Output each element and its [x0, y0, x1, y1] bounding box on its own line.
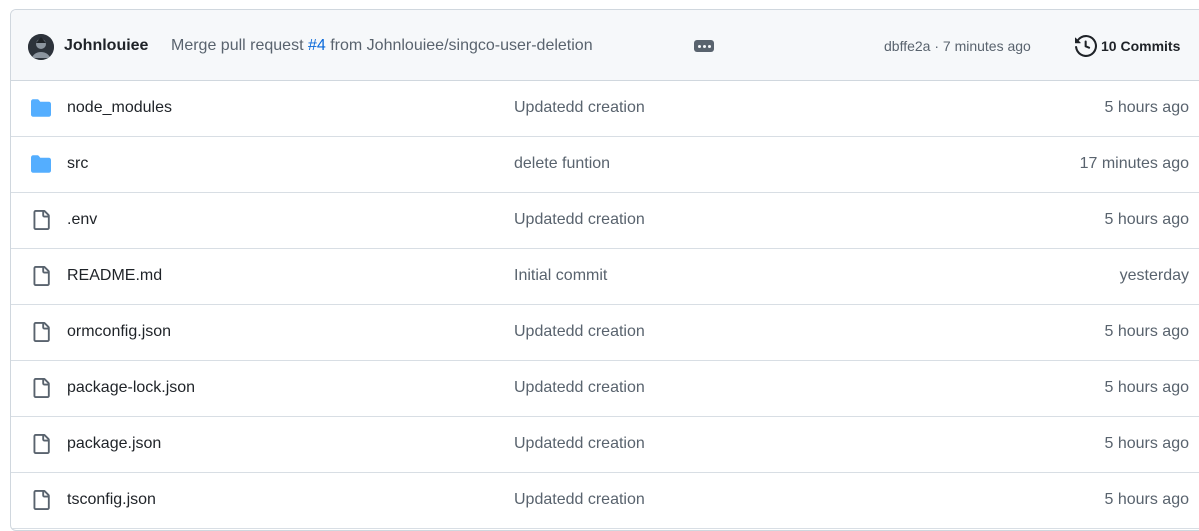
last-commit-message-link[interactable]: Updatedd creation [514, 379, 645, 397]
file-list: node_modules Updatedd creation 5 hours ago… [11, 81, 1199, 529]
file-icon [31, 490, 51, 515]
file-name-link[interactable]: ormconfig.json [67, 323, 171, 341]
last-commit-message-link[interactable]: Updatedd creation [514, 99, 645, 117]
file-row[interactable]: src delete funtion 17 minutes ago [11, 137, 1199, 193]
last-commit-age: 5 hours ago [1104, 211, 1189, 228]
last-commit-message-link[interactable]: Updatedd creation [514, 435, 645, 453]
commit-message-prefix: Merge pull request [171, 37, 304, 54]
file-icon [31, 322, 51, 347]
file-row[interactable]: README.md Initial commit yesterday [11, 249, 1199, 305]
last-commit-age: 5 hours ago [1104, 435, 1189, 452]
file-icon [31, 378, 51, 403]
file-name-link[interactable]: README.md [67, 267, 162, 285]
file-icon [31, 434, 51, 459]
file-row[interactable]: ormconfig.json Updatedd creation 5 hours a… [11, 305, 1199, 361]
last-commit-message-link[interactable]: delete funtion [514, 155, 610, 173]
last-commit-age: 5 hours ago [1104, 379, 1189, 396]
file-browser: Johnlouiee Merge pull request #4 from Jo… [10, 9, 1199, 531]
last-commit-message-link[interactable]: Updatedd creation [514, 211, 645, 229]
history-icon [1075, 35, 1097, 57]
folder-icon [31, 98, 51, 123]
commit-author-link[interactable]: Johnlouiee [64, 37, 148, 55]
last-commit-age: 17 minutes ago [1079, 155, 1189, 172]
file-name-link[interactable]: package.json [67, 435, 161, 453]
ellipsis-icon [697, 44, 701, 48]
last-commit-age: 5 hours ago [1104, 99, 1189, 116]
file-row[interactable]: tsconfig.json Updatedd creation 5 hours ag… [11, 473, 1199, 529]
commit-message[interactable]: Merge pull request #4 from Johnlouiee/si… [171, 37, 593, 55]
file-name-link[interactable]: tsconfig.json [67, 491, 156, 509]
last-commit-age: 5 hours ago [1104, 323, 1189, 340]
latest-commit-bar: Johnlouiee Merge pull request #4 from Jo… [11, 10, 1199, 81]
last-commit-age: 5 hours ago [1104, 491, 1189, 508]
commit-message-suffix: from Johnlouiee/singco-user-deletion [330, 37, 593, 54]
last-commit-message-link[interactable]: Updatedd creation [514, 323, 645, 341]
file-row[interactable]: .env Updatedd creation 5 hours ago [11, 193, 1199, 249]
file-name-link[interactable]: node_modules [67, 99, 172, 117]
pull-request-link[interactable]: #4 [308, 37, 326, 54]
folder-icon [31, 154, 51, 179]
author-avatar[interactable] [28, 34, 54, 60]
file-row[interactable]: package-lock.json Updatedd creation 5 hour… [11, 361, 1199, 417]
commit-sha-and-time[interactable]: dbffe2a · 7 minutes ago [884, 38, 1031, 54]
last-commit-message-link[interactable]: Updatedd creation [514, 491, 645, 509]
commits-history-link[interactable]: 10 Commits [1075, 35, 1180, 57]
file-name-link[interactable]: src [67, 155, 88, 173]
expand-commit-message-button[interactable] [694, 40, 714, 52]
file-row[interactable]: package.json Updatedd creation 5 hours ago [11, 417, 1199, 473]
last-commit-age: yesterday [1119, 267, 1189, 284]
file-icon [31, 210, 51, 235]
commits-count-label: 10 Commits [1101, 38, 1181, 54]
last-commit-message-link[interactable]: Initial commit [514, 267, 607, 285]
file-icon [31, 266, 51, 291]
file-name-link[interactable]: package-lock.json [67, 379, 195, 397]
file-name-link[interactable]: .env [67, 211, 97, 229]
file-row[interactable]: node_modules Updatedd creation 5 hours ago [11, 81, 1199, 137]
